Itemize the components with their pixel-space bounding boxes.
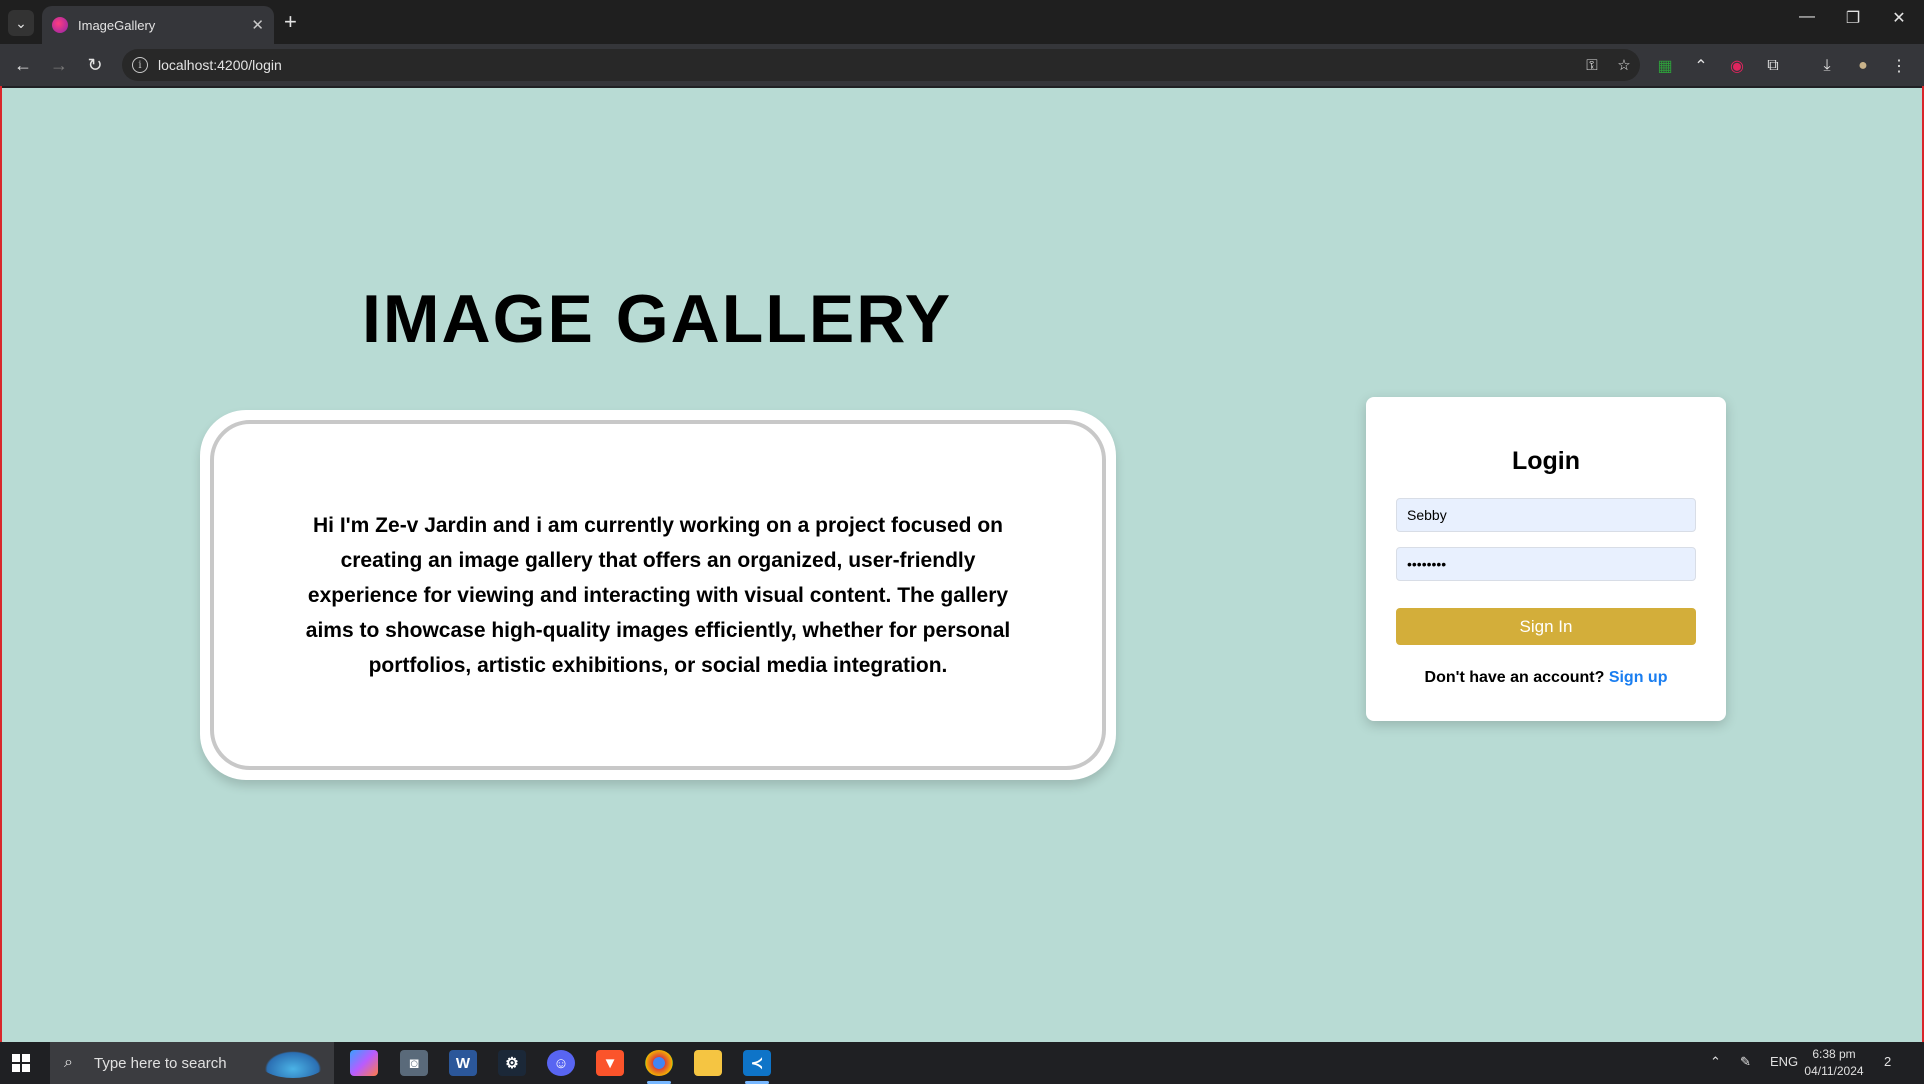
close-window-icon[interactable]: ✕ xyxy=(1876,8,1922,28)
new-tab-plus-icon[interactable]: + xyxy=(284,10,297,34)
search-highlight-island-icon xyxy=(260,1048,326,1078)
notification-icon[interactable]: 2 xyxy=(1884,1054,1891,1069)
angular-favicon-icon xyxy=(52,17,68,33)
tab-bar: ⌄ ImageGallery ✕ + — ❐ ✕ xyxy=(0,0,1924,44)
word-icon[interactable]: W xyxy=(449,1050,477,1076)
copilot-icon[interactable] xyxy=(350,1050,378,1076)
url-text[interactable]: localhost:4200/login xyxy=(158,57,1576,73)
signup-prompt: Don't have an account? Sign up xyxy=(1366,669,1726,687)
address-bar[interactable]: i localhost:4200/login ⚿ ☆ xyxy=(122,49,1640,81)
downloads-icon[interactable]: ⤓ xyxy=(1816,55,1838,77)
profile-avatar-icon[interactable]: ● xyxy=(1852,55,1874,77)
extension-grid-icon[interactable]: ▦ xyxy=(1654,55,1676,77)
tab-imagegallery[interactable]: ImageGallery ✕ xyxy=(42,6,274,44)
chrome-icon[interactable] xyxy=(645,1050,673,1084)
extension-record-icon[interactable]: ◉ xyxy=(1726,55,1748,77)
about-card: Hi I'm Ze-v Jardin and i am currently wo… xyxy=(200,410,1116,780)
site-info-icon[interactable]: i xyxy=(132,57,148,73)
tab-title: ImageGallery xyxy=(78,17,156,33)
clock-time: 6:38 pm xyxy=(1812,1047,1856,1061)
username-field[interactable] xyxy=(1396,498,1696,532)
extension-chevron-icon[interactable]: ⌃ xyxy=(1690,55,1712,77)
minimize-icon[interactable]: — xyxy=(1784,8,1830,26)
camera-icon[interactable]: ◙ xyxy=(400,1050,428,1076)
vscode-icon[interactable]: ≺ xyxy=(743,1050,771,1084)
search-icon: ⌕ xyxy=(64,1054,73,1071)
back-arrow-icon[interactable]: ← xyxy=(11,53,35,77)
tab-close-icon[interactable]: ✕ xyxy=(251,16,264,34)
login-title: Login xyxy=(1511,447,1581,475)
taskbar-search-placeholder: Type here to search xyxy=(94,1054,227,1072)
about-text: Hi I'm Ze-v Jardin and i am currently wo… xyxy=(305,513,1011,677)
no-account-text: Don't have an account? xyxy=(1424,669,1605,686)
password-field[interactable] xyxy=(1396,547,1696,581)
clock-date: 04/11/2024 xyxy=(1804,1064,1864,1078)
tab-search-chevron-icon[interactable]: ⌄ xyxy=(8,10,34,36)
forward-arrow-icon[interactable]: → xyxy=(47,53,71,77)
password-key-icon[interactable]: ⚿ xyxy=(1576,57,1608,74)
file-explorer-icon[interactable] xyxy=(694,1050,722,1076)
about-card-inner: Hi I'm Ze-v Jardin and i am currently wo… xyxy=(210,420,1106,770)
browser-menu-icon[interactable]: ⋮ xyxy=(1888,55,1910,77)
restore-icon[interactable]: ❐ xyxy=(1830,8,1876,28)
windows-start-icon[interactable] xyxy=(12,1054,30,1072)
tray-chevron-icon[interactable]: ⌃ xyxy=(1710,1054,1721,1070)
page-body: IMAGE GALLERY Hi I'm Ze-v Jardin and i a… xyxy=(2,88,1922,1042)
sign-up-link[interactable]: Sign up xyxy=(1609,669,1668,686)
clock[interactable]: 6:38 pm 04/11/2024 xyxy=(1794,1046,1874,1080)
steam-icon[interactable]: ⚙ xyxy=(498,1050,526,1076)
taskbar-search-box[interactable]: ⌕ Type here to search xyxy=(50,1042,334,1084)
brave-icon[interactable]: ▼ xyxy=(596,1050,624,1076)
browser-toolbar: ← → ↻ i localhost:4200/login ⚿ ☆ ▦ ⌃ ◉ ⧉… xyxy=(0,44,1924,86)
discord-icon[interactable]: ☺ xyxy=(547,1050,575,1076)
extensions-puzzle-icon[interactable]: ⧉ xyxy=(1762,55,1784,77)
reload-icon[interactable]: ↻ xyxy=(83,53,107,77)
pen-icon[interactable]: ✎ xyxy=(1740,1054,1751,1070)
bookmark-star-icon[interactable]: ☆ xyxy=(1608,56,1640,74)
notification-badge: 2 xyxy=(1884,1054,1892,1069)
sign-in-button[interactable]: Sign In xyxy=(1396,608,1696,645)
windows-taskbar: ⌕ Type here to search ◙ W ⚙ ☺ ▼ ≺ ⌃ ✎ EN… xyxy=(0,1042,1924,1084)
page-title: IMAGE GALLERY xyxy=(362,281,953,357)
login-card: Login Sign In Don't have an account? Sig… xyxy=(1366,397,1726,721)
